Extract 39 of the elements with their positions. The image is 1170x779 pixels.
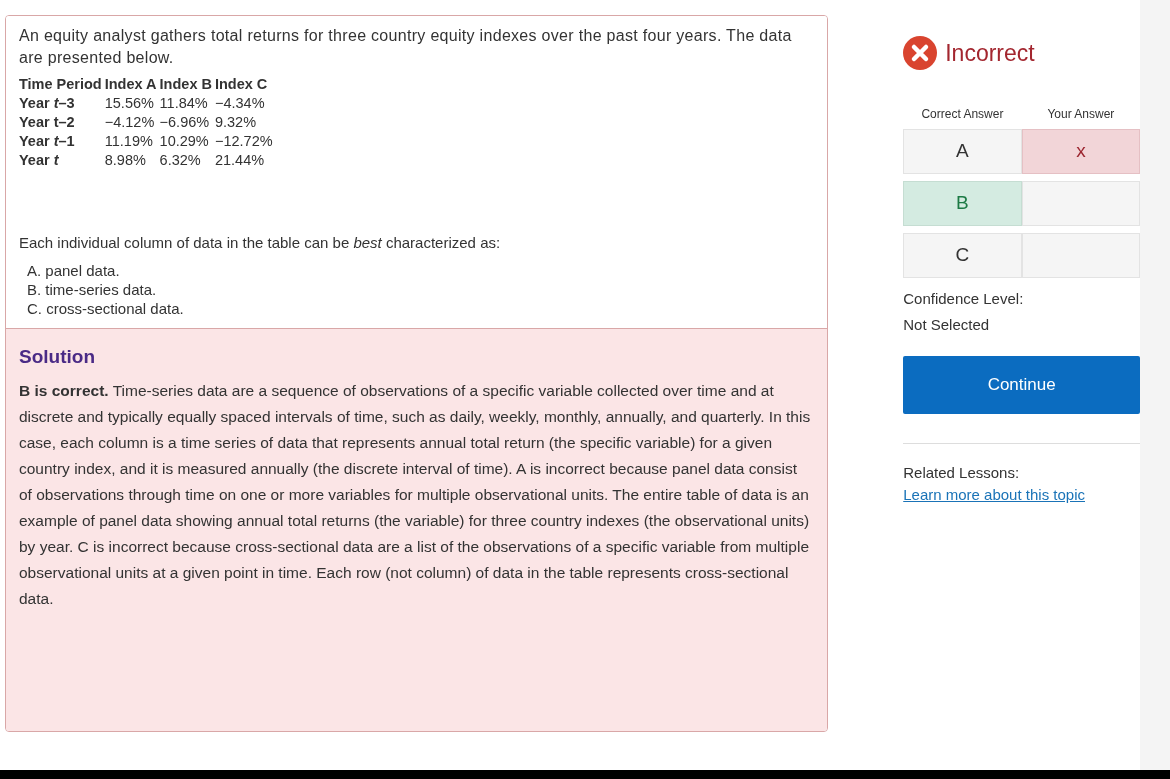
column-header: Correct Answer [920,105,1005,123]
correct-answer-cell: B [903,180,1022,226]
answer-option: B. time-series data. [27,280,815,299]
row-label: Year t [19,151,105,170]
answer-option: A. panel data. [27,261,815,280]
table-cell: −4.12% [104,113,160,132]
column-header: Your Answer [1046,105,1116,123]
answer-option: C. cross-sectional data. [27,299,815,318]
your-answer-cell: x [1021,128,1141,174]
table-cell: 11.84% [159,94,215,113]
continue-button[interactable]: Continue [903,355,1141,414]
table-cell: 10.29% [159,132,215,151]
correct-answer-cell: A [903,128,1022,174]
row-label: Year t–2 [19,113,105,132]
result-status: Incorrect [945,39,1035,68]
table-cell-text: 21.44% [214,151,266,170]
row-label: Year t–1 [19,132,105,151]
related-lesson-link[interactable]: Learn more about this topic [903,483,1141,506]
solution-title: Solution [19,345,96,369]
question-intro: An equity analyst gathers total returns for three country equity indexes over the past four years. The data are presented below. [19,26,793,68]
column-header: Index B [159,75,213,94]
solution-text: B is correct. Time-series data are a sequence of observations of a specific variable collected over time and at discrete and typically equally spaced intervals of time, such as daily, weekly, monthly, annually, and quarterly. In this case, each column is a time series of data that represents annual total return (the specific variable) for a given country index, and it is measured annually (the discrete interval of time). A is incorrect because panel data consist of observations through time on one or more variables for multiple observational units. The entire table of data is an example of panel data showing annual total returns (the variable) for three country indexes (the observational units) by year. C is incorrect because cross-sectional data are a list of the observations of a specific variable from multiple observational units at a given point in time. Each row (not column) of data in the table represents cross-sectional data. [19,381,812,609]
table-cell-text: −4.34% [214,94,266,113]
table-cell: 15.56% [104,94,160,113]
related-lessons-label: Related Lessons: [903,462,1021,483]
confidence-label: Confidence Level: [903,288,1025,309]
confidence-value: Not Selected [903,314,991,335]
column-header: Index C [214,75,269,94]
correct-answer-cell: C [903,232,1022,278]
column-header: Time Period [19,75,105,94]
table-cell: −6.96% [159,113,215,132]
row-label: Year t–3 [19,94,105,113]
table-cell: 8.98% [104,151,160,170]
question-prompt: Each individual column of data in the table can be best characterized as: [19,233,502,253]
table-cell: 6.32% [159,151,215,170]
column-header: Index A [104,75,160,94]
table-cell-text: 9.32% [214,113,258,132]
table-cell: 11.19% [104,132,160,151]
table-cell-text: −12.72% [214,132,274,151]
